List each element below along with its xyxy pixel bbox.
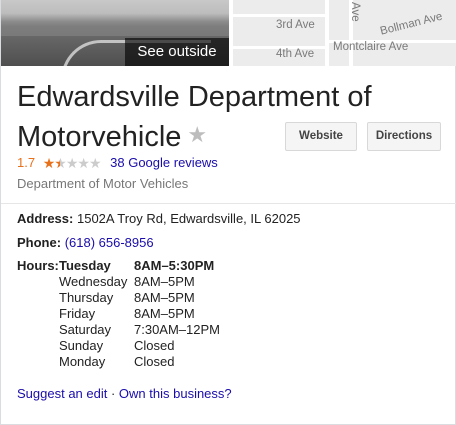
map-label-3rd-ave: 3rd Ave	[276, 19, 315, 31]
hours-time: Closed	[134, 354, 175, 369]
rating-value: 1.7	[17, 155, 36, 170]
rating-row: 1.7 ★★★★★ 38 Google reviews	[17, 155, 218, 171]
map-thumbnail-right[interactable]: Ave Bollman Ave Montclaire Ave	[329, 0, 456, 66]
hours-time: Closed	[134, 338, 175, 353]
star-empty-icon: ★	[88, 155, 102, 171]
business-title: Edwardsville Department of Motorvehicle ★	[17, 78, 417, 156]
hours-time: 8AM–5PM	[134, 290, 195, 305]
address-row: Address: 1502A Troy Rd, Edwardsville, IL…	[17, 211, 301, 227]
knowledge-panel: See outside 3rd Ave 4th Ave Ave Bollman …	[0, 0, 456, 425]
section-divider	[1, 203, 456, 204]
google-reviews-link[interactable]: 38 Google reviews	[110, 155, 218, 170]
star-full-icon: ★	[42, 155, 56, 171]
phone-label: Phone:	[17, 235, 62, 250]
hours-label: Hours:	[17, 258, 59, 273]
hours-time: 8AM–5PM	[134, 274, 195, 289]
hours-time: 8AM–5PM	[134, 306, 195, 321]
own-business-link[interactable]: Own this business?	[119, 386, 232, 401]
map-label-vertical-ave: Ave	[349, 2, 361, 22]
website-button[interactable]: Website	[285, 122, 357, 151]
map-label-bollman-ave: Bollman Ave	[379, 10, 444, 38]
star-half-icon: ★	[54, 155, 67, 171]
hours-day: Wednesday	[59, 274, 128, 289]
save-star-icon[interactable]: ★	[187, 122, 207, 147]
rating-stars: ★★★★★	[42, 155, 102, 171]
phone-link[interactable]: (618) 656-8956	[65, 235, 154, 250]
directions-button[interactable]: Directions	[367, 122, 441, 151]
hours-day: Saturday	[59, 322, 112, 337]
photo-road-stripe	[1, 22, 229, 36]
phone-row: Phone: (618) 656-8956	[17, 235, 154, 251]
hours-time: 8AM–5:30PM	[134, 258, 215, 273]
hours-day: Thursday	[59, 290, 114, 305]
hours-day: Tuesday	[59, 258, 111, 273]
map-label-montclaire-ave: Montclaire Ave	[333, 41, 409, 53]
suggest-edit-link[interactable]: Suggest an edit	[17, 386, 107, 401]
address-value: 1502A Troy Rd, Edwardsville, IL 62025	[76, 211, 301, 226]
business-category: Department of Motor Vehicles	[17, 176, 189, 191]
footer-separator: ·	[107, 386, 119, 401]
star-empty-icon: ★	[65, 155, 79, 171]
hours-day: Sunday	[59, 338, 104, 353]
street-view-photo[interactable]: See outside	[1, 0, 229, 66]
map-road	[233, 14, 325, 17]
footer-links: Suggest an edit · Own this business?	[17, 386, 232, 401]
map-label-4th-ave: 4th Ave	[276, 48, 315, 60]
see-outside-button[interactable]: See outside	[125, 38, 229, 66]
map-thumbnail-left[interactable]: 3rd Ave 4th Ave	[233, 0, 325, 66]
hours-day: Friday	[59, 306, 96, 321]
address-label: Address:	[17, 211, 74, 226]
star-empty-icon: ★	[77, 155, 90, 171]
hours-day: Monday	[59, 354, 106, 369]
hours-time: 7:30AM–12PM	[134, 322, 220, 337]
